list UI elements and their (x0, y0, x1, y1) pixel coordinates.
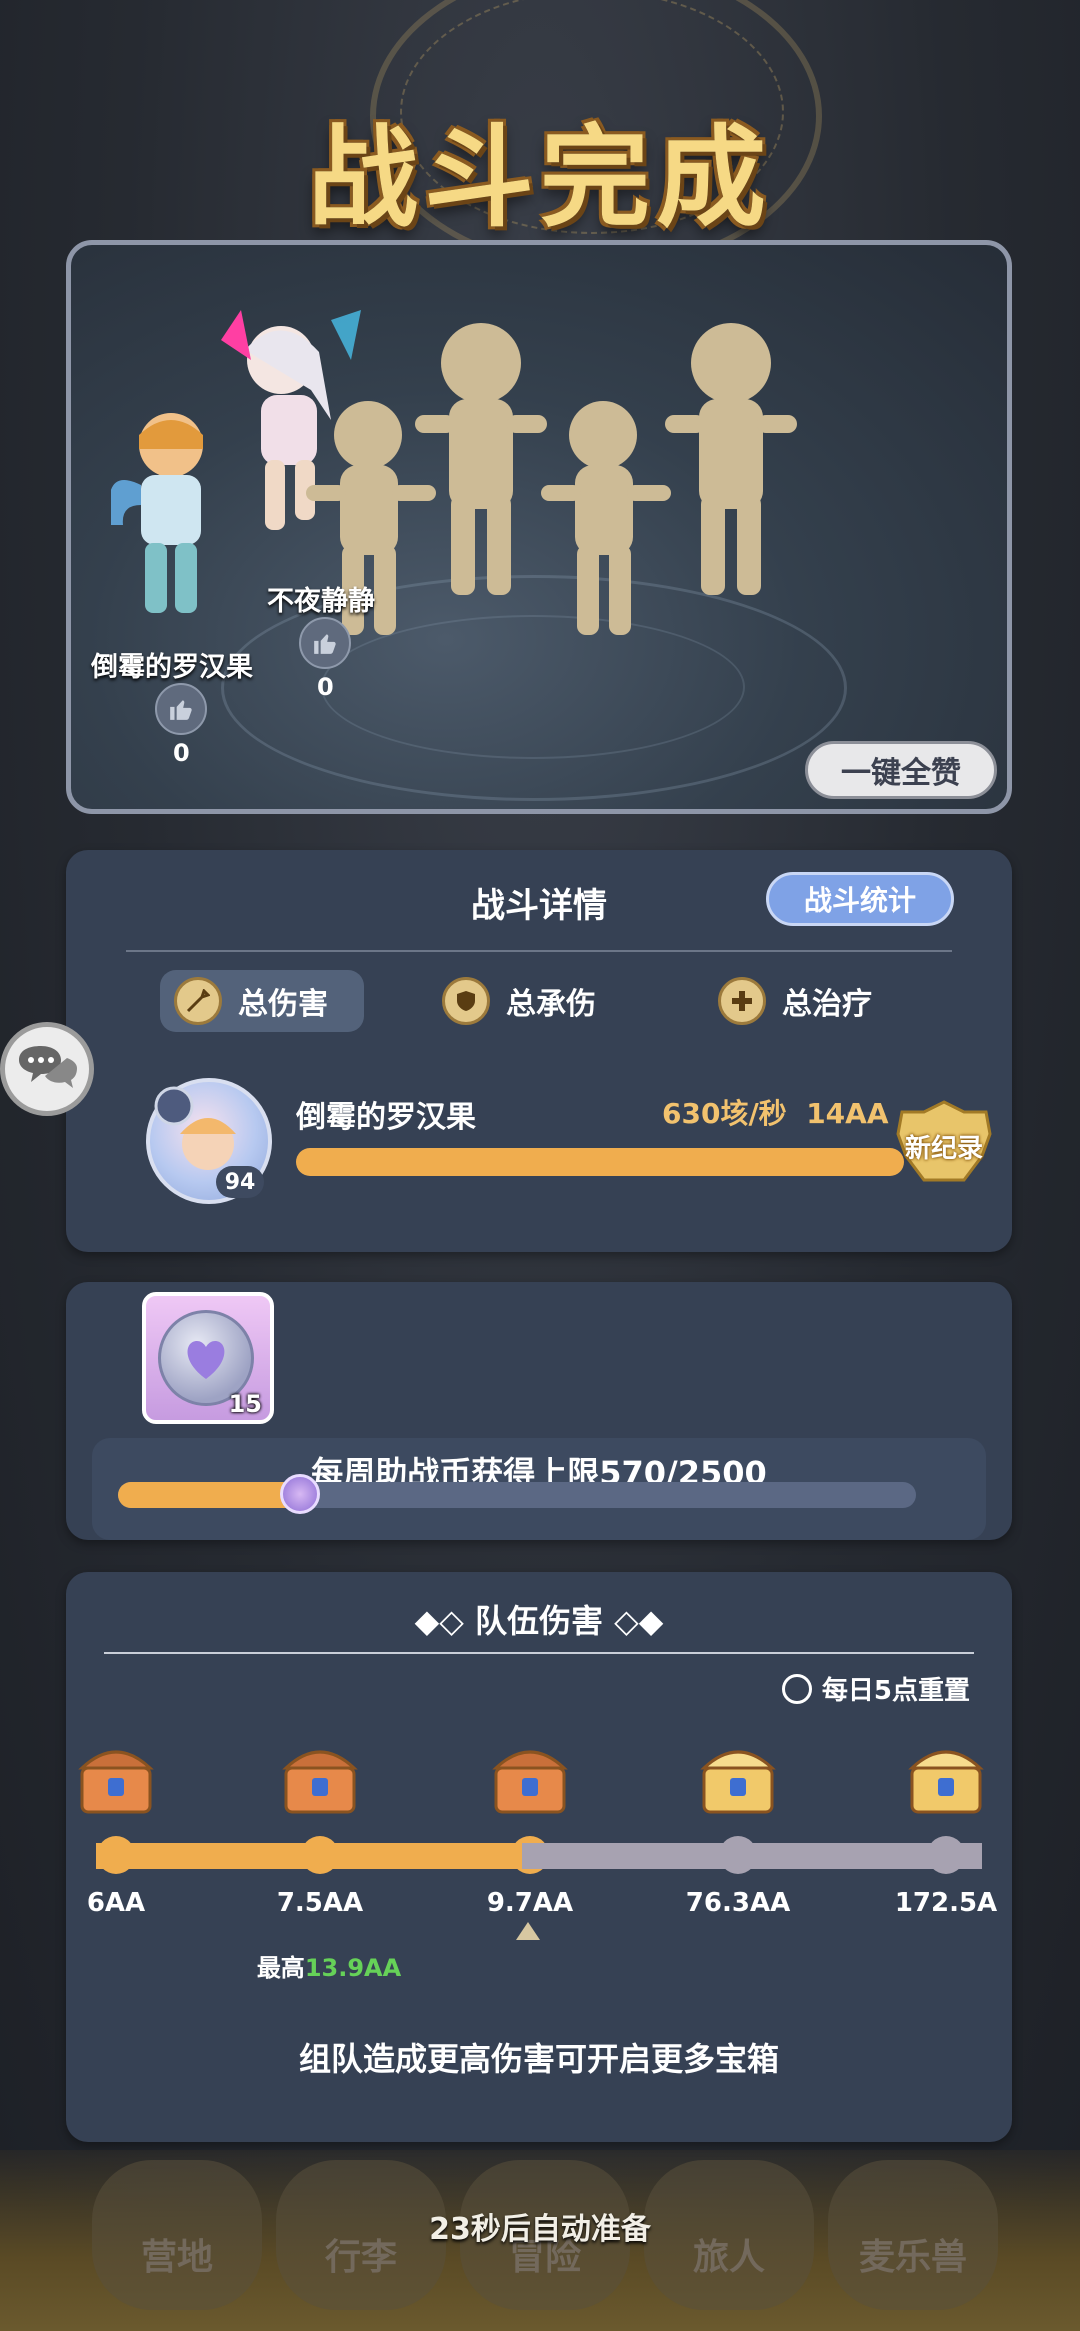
damage-progress-fill (96, 1843, 522, 1869)
battle-stats-button[interactable]: 战斗统计 (766, 872, 954, 926)
gold-chest-icon[interactable] (698, 1732, 778, 1818)
chat-button[interactable] (0, 1022, 94, 1116)
damage-bar (296, 1148, 904, 1176)
like-button-1[interactable] (155, 683, 207, 735)
tab-label: 总治疗 (782, 987, 872, 1022)
like-count-1: 0 (173, 739, 190, 767)
total-damage-value: 14AA (806, 1097, 889, 1130)
item-count: 15 (228, 1390, 262, 1418)
tab-total-damage[interactable]: 总伤害 (160, 970, 364, 1032)
damage-progress-track (96, 1843, 982, 1869)
assist-coin-card: 15 每周助战币获得上限570/2500 (66, 1282, 1012, 1540)
heal-cross-icon (718, 977, 766, 1025)
ornament-right-icon: ◇◆ (603, 1602, 664, 1640)
player-name: 倒霉的罗汉果 (296, 1100, 476, 1135)
player-character-1[interactable] (111, 405, 231, 635)
like-button-2[interactable] (299, 617, 351, 669)
dps-value: 630垓/秒 (662, 1097, 787, 1130)
auto-ready-countdown: 23秒后自动准备 (429, 2212, 651, 2247)
new-record-badge: 新纪录 (894, 1100, 994, 1190)
assist-coin-item[interactable]: 15 (142, 1292, 274, 1424)
gold-chest-icon[interactable] (906, 1732, 986, 1818)
sword-icon (174, 977, 222, 1025)
coin-progress-fill (118, 1482, 300, 1508)
chat-bubbles-icon (19, 1046, 77, 1088)
team-damage-card: ◆◇ 队伍伤害 ◇◆ 每日5点重置 6AA 7.5AA 9.7AA 76.3AA 172… (66, 1572, 1012, 2142)
ornament-left-icon: ◆◇ (414, 1602, 475, 1640)
max-damage-label: 最高13.9AA (0, 1948, 802, 1983)
like-count-2: 0 (317, 673, 334, 701)
team-damage-label: 队伍伤害 (474, 1602, 603, 1640)
divider (126, 950, 952, 952)
empty-slot-silhouette-4 (665, 323, 797, 595)
thumbs-up-icon (170, 700, 192, 720)
empty-slot-silhouette-3 (541, 401, 671, 635)
player-level-badge: 94 (216, 1166, 264, 1198)
reset-text: 每日5点重置 (821, 1676, 970, 1706)
team-damage-title: ◆◇ 队伍伤害 ◇◆ (66, 1596, 1012, 1642)
milestone-label: 7.5AA (276, 1888, 364, 1918)
coin-progress-track (118, 1474, 916, 1514)
tab-total-healing[interactable]: 总治疗 (718, 970, 872, 1032)
milestone-label: 6AA (86, 1888, 146, 1918)
team-damage-hint: 组队造成更高伤害可开启更多宝箱 (298, 2040, 779, 2078)
milestone-label: 9.7AA (486, 1888, 574, 1918)
tab-total-damage-taken[interactable]: 总承伤 (442, 970, 596, 1032)
clock-icon (781, 1673, 812, 1704)
bronze-chest-icon[interactable] (490, 1732, 570, 1818)
divider (104, 1652, 974, 1654)
tab-label: 总伤害 (238, 987, 328, 1022)
battle-details-card: 战斗详情 战斗统计 总伤害 总承伤 总治疗 94 倒霉的罗汉果 630垓/秒 1… (66, 850, 1012, 1252)
battle-scene-panel: 倒霉的罗汉果 0 不夜静静 0 一键全赞 (66, 240, 1012, 814)
milestone-label: 172.5A (894, 1888, 998, 1918)
player-dps: 630垓/秒 14AA (662, 1092, 889, 1132)
coin-progress-knob (279, 1474, 320, 1514)
empty-slot-silhouette-2 (415, 323, 547, 595)
player-name-2: 不夜静静 (267, 586, 375, 617)
new-record-label: 新纪录 (904, 1134, 983, 1164)
reset-info: 每日5点重置 (781, 1670, 970, 1707)
thumbs-up-icon (314, 634, 336, 654)
max-marker-icon (516, 1922, 540, 1940)
max-value: 13.9AA (304, 1954, 402, 1982)
tab-label: 总承伤 (506, 987, 596, 1022)
shield-icon (442, 977, 490, 1025)
like-all-button[interactable]: 一键全赞 (805, 741, 997, 799)
milestone-label: 76.3AA (685, 1888, 791, 1918)
max-prefix: 最高 (256, 1954, 305, 1982)
bronze-chest-icon[interactable] (76, 1732, 156, 1818)
page-title: 战斗完成 (308, 114, 772, 242)
bronze-chest-icon[interactable] (280, 1732, 360, 1818)
player-name-1: 倒霉的罗汉果 (91, 652, 253, 683)
